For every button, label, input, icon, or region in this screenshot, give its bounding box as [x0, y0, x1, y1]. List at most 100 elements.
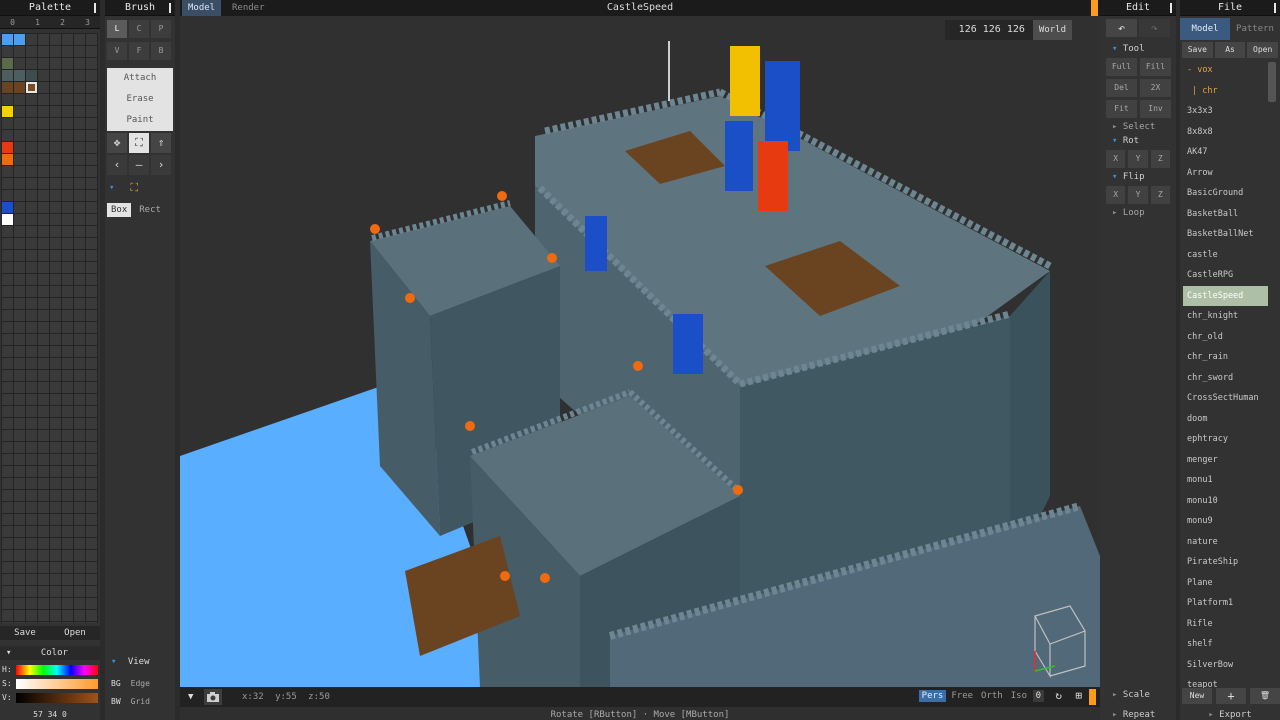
- palette-swatch[interactable]: [14, 82, 25, 93]
- undo-icon[interactable]: ↶: [1106, 19, 1137, 37]
- projection-pers-button[interactable]: Pers: [918, 690, 947, 702]
- palette-tab-1[interactable]: 1: [25, 16, 50, 28]
- brush-center-button[interactable]: C: [129, 20, 149, 38]
- folder-item[interactable]: | chr: [1180, 81, 1280, 102]
- file-item[interactable]: 3x3x3: [1180, 101, 1280, 122]
- tool-section[interactable]: ▾ Tool: [1112, 44, 1176, 54]
- palette-tab-0[interactable]: 0: [0, 16, 25, 28]
- move-icon[interactable]: ✥: [107, 133, 127, 153]
- file-item[interactable]: chr_old: [1180, 327, 1280, 348]
- file-item[interactable]: doom: [1180, 409, 1280, 430]
- file-item[interactable]: Arrow: [1180, 163, 1280, 184]
- flip-x-button[interactable]: X: [1106, 186, 1126, 204]
- palette-swatch[interactable]: [2, 214, 13, 225]
- world-space-toggle[interactable]: World: [1032, 20, 1072, 40]
- box-button[interactable]: Box: [107, 203, 132, 217]
- file-open-button[interactable]: Open: [1247, 42, 1279, 58]
- flip-section[interactable]: ▾ Flip: [1112, 172, 1176, 182]
- file-item[interactable]: nature: [1180, 532, 1280, 553]
- export-section[interactable]: ▸ Export: [1180, 710, 1280, 720]
- file-list-scrollbar[interactable]: [1268, 62, 1276, 102]
- file-item[interactable]: shelf: [1180, 634, 1280, 655]
- palette-grid[interactable]: [1, 33, 98, 623]
- file-item[interactable]: chr_knight: [1180, 306, 1280, 327]
- full-button[interactable]: Full: [1106, 58, 1137, 76]
- chevron-left-icon[interactable]: ‹: [107, 155, 127, 175]
- file-item[interactable]: monu9: [1180, 511, 1280, 532]
- rect-button[interactable]: Rect: [139, 205, 161, 215]
- palette-swatch[interactable]: [2, 58, 13, 69]
- tab-pattern-files[interactable]: Pattern: [1230, 18, 1280, 40]
- del-button[interactable]: Del: [1106, 79, 1137, 97]
- select-section[interactable]: ▸ Select: [1112, 122, 1176, 132]
- projection-orth-button[interactable]: Orth: [978, 690, 1006, 702]
- background-color-box[interactable]: 126 126 126 World: [944, 20, 1072, 40]
- brush-face-button[interactable]: F: [129, 42, 149, 60]
- palette-save-button[interactable]: Save: [0, 626, 50, 640]
- loop-section[interactable]: ▸ Loop: [1112, 208, 1176, 218]
- palette-swatch[interactable]: [2, 34, 13, 45]
- brush-voxel-button[interactable]: V: [107, 42, 127, 60]
- redo-icon[interactable]: ↷: [1139, 19, 1170, 37]
- paint-button[interactable]: Paint: [107, 110, 173, 131]
- palette-swatch[interactable]: [2, 106, 13, 117]
- fill-button[interactable]: Fill: [1140, 58, 1171, 76]
- palette-swatch[interactable]: [14, 70, 25, 81]
- palette-swatch[interactable]: [14, 34, 25, 45]
- file-item[interactable]: chr_rain: [1180, 347, 1280, 368]
- zoom-reset-button[interactable]: 0: [1032, 690, 1044, 702]
- voxel-scene[interactable]: [180, 16, 1100, 687]
- file-item[interactable]: BasketBallNet: [1180, 224, 1280, 245]
- value-slider[interactable]: V:: [0, 692, 100, 704]
- file-item[interactable]: Rifle: [1180, 614, 1280, 635]
- rot-z-button[interactable]: Z: [1150, 150, 1170, 168]
- erase-button[interactable]: Erase: [107, 89, 173, 110]
- collapse-triangle-icon[interactable]: ▾: [109, 183, 114, 193]
- projection-iso-button[interactable]: Iso: [1008, 690, 1030, 702]
- saturation-slider[interactable]: S:: [0, 678, 100, 690]
- file-item[interactable]: monu1: [1180, 470, 1280, 491]
- flip-y-button[interactable]: Y: [1128, 186, 1148, 204]
- folder-item[interactable]: - vox: [1180, 60, 1280, 81]
- view-section[interactable]: ▾ View: [105, 657, 175, 667]
- palette-swatch[interactable]: [26, 82, 37, 93]
- file-item[interactable]: CrossSectHuman: [1180, 388, 1280, 409]
- rotate-icon[interactable]: ↻: [1055, 689, 1062, 702]
- brush-pattern-button[interactable]: P: [151, 20, 171, 38]
- play-triangle-icon[interactable]: ▼: [188, 692, 193, 702]
- view-row-bw[interactable]: BW Grid: [111, 697, 150, 706]
- rot-x-button[interactable]: X: [1106, 150, 1126, 168]
- file-item[interactable]: Plane: [1180, 573, 1280, 594]
- file-item[interactable]: castle: [1180, 245, 1280, 266]
- viewport[interactable]: Model Render CastleSpeed 126 126 126 Wor…: [180, 0, 1100, 720]
- rot-section[interactable]: ▾ Rot: [1112, 136, 1176, 146]
- projection-free-button[interactable]: Free: [948, 690, 976, 702]
- palette-swatch[interactable]: [26, 70, 37, 81]
- view-row-bg[interactable]: BG Edge: [111, 679, 150, 688]
- grid-icon[interactable]: ⊞: [1075, 689, 1082, 702]
- brush-box-button[interactable]: B: [151, 42, 171, 60]
- file-item[interactable]: chr_sword: [1180, 368, 1280, 389]
- trash-icon[interactable]: 🗑: [1250, 688, 1280, 704]
- file-item[interactable]: AK47: [1180, 142, 1280, 163]
- repeat-section[interactable]: ▸ Repeat: [1112, 710, 1155, 720]
- file-item[interactable]: SilverBow: [1180, 655, 1280, 676]
- attach-button[interactable]: Attach: [107, 68, 173, 89]
- palette-swatch[interactable]: [2, 70, 13, 81]
- file-item[interactable]: ephtracy: [1180, 429, 1280, 450]
- inv-button[interactable]: Inv: [1140, 100, 1171, 118]
- palette-tab-2[interactable]: 2: [50, 16, 75, 28]
- file-item[interactable]: CastleSpeed: [1183, 285, 1268, 306]
- file-save-as-button[interactable]: As: [1214, 42, 1246, 58]
- palette-swatch[interactable]: [2, 82, 13, 93]
- palette-swatch[interactable]: [2, 142, 13, 153]
- file-item[interactable]: menger: [1180, 450, 1280, 471]
- file-item[interactable]: PirateShip: [1180, 552, 1280, 573]
- chevron-right-icon[interactable]: ›: [151, 155, 171, 175]
- background-color-value[interactable]: 126 126 126: [944, 20, 1033, 40]
- tab-model-files[interactable]: Model: [1180, 18, 1230, 40]
- double-button[interactable]: 2X: [1140, 79, 1171, 97]
- file-item[interactable]: Platform1: [1180, 593, 1280, 614]
- minus-icon[interactable]: –: [129, 155, 149, 175]
- saturation-track[interactable]: [16, 679, 98, 689]
